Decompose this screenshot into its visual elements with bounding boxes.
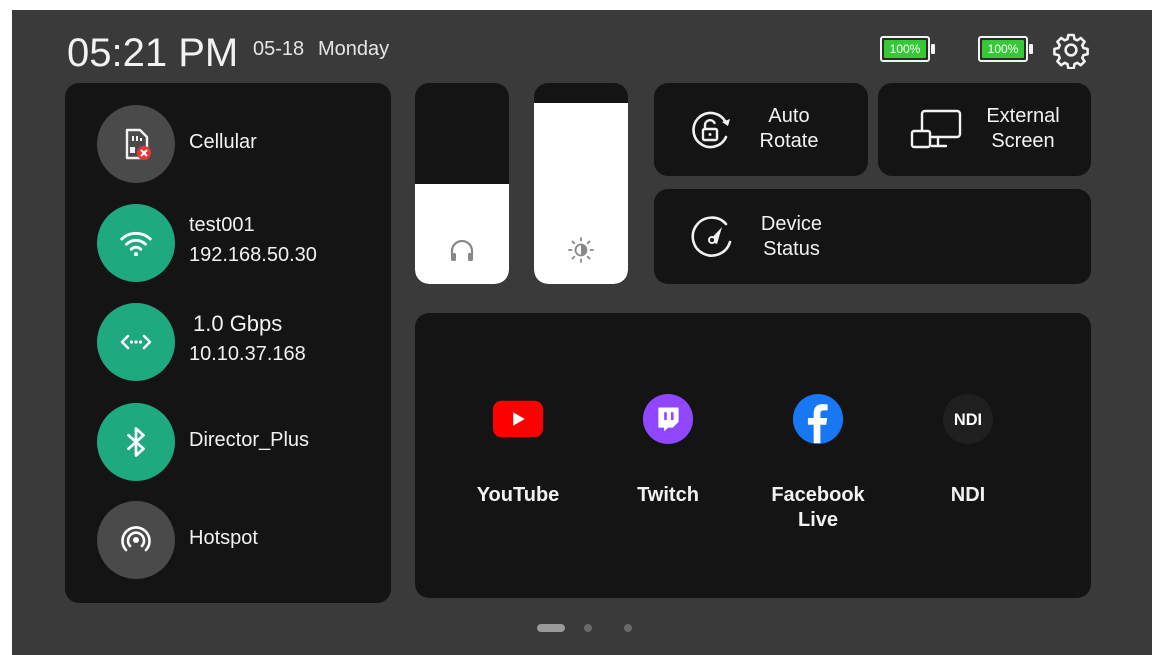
auto-rotate-tile[interactable]: Auto Rotate bbox=[654, 83, 868, 176]
hotspot-button[interactable] bbox=[97, 501, 175, 579]
wifi-row[interactable]: test001 192.168.50.30 bbox=[97, 204, 387, 282]
ethernet-speed: 1.0 Gbps bbox=[193, 311, 283, 336]
bluetooth-row[interactable]: Director_Plus bbox=[97, 403, 387, 481]
youtube-icon bbox=[492, 393, 544, 445]
facebook-icon bbox=[792, 393, 844, 445]
gauge-icon bbox=[691, 216, 732, 257]
app-facebook-live[interactable]: Facebook Live bbox=[758, 383, 878, 531]
app-facebook-label-line2: Live bbox=[797, 509, 839, 531]
ethernet-icon bbox=[120, 334, 152, 350]
ethernet-row[interactable]: 1.0 Gbps 10.10.37.168 bbox=[97, 303, 387, 381]
streaming-apps-panel: YouTube Twitch Facebook Live NDI NDI bbox=[415, 313, 1091, 598]
ethernet-button[interactable] bbox=[97, 303, 175, 381]
app-twitch[interactable]: Twitch bbox=[608, 383, 728, 523]
twitch-icon bbox=[642, 393, 694, 445]
page-dot-2[interactable] bbox=[584, 624, 592, 632]
device-status-line2: Status bbox=[763, 238, 820, 260]
device-status-tile[interactable]: Device Status bbox=[654, 189, 1091, 284]
bluetooth-icon bbox=[127, 427, 145, 457]
device-status-line1: Device bbox=[760, 213, 823, 235]
external-screen-tile[interactable]: External Screen bbox=[878, 83, 1091, 176]
app-ndi[interactable]: NDI NDI bbox=[908, 383, 1028, 523]
auto-rotate-line1: Auto bbox=[768, 105, 810, 127]
hotspot-label: Hotspot bbox=[189, 527, 258, 549]
app-ndi-label: NDI bbox=[950, 484, 986, 506]
page-dot-1[interactable] bbox=[537, 624, 565, 632]
bluetooth-device: Director_Plus bbox=[189, 429, 310, 451]
ndi-icon: NDI bbox=[942, 393, 994, 445]
app-facebook-label-line1: Facebook bbox=[771, 484, 865, 506]
bluetooth-button[interactable] bbox=[97, 403, 175, 481]
volume-slider[interactable] bbox=[415, 83, 509, 284]
external-screen-icon bbox=[910, 109, 962, 149]
clock-date: 05-18 bbox=[253, 38, 305, 60]
app-twitch-label: Twitch bbox=[637, 484, 699, 506]
app-facebook-live-label: Facebook Live bbox=[758, 483, 878, 533]
battery-label-2: 100% bbox=[987, 42, 1019, 56]
wifi-ip: 192.168.50.30 bbox=[189, 244, 317, 266]
cellular-row[interactable]: Cellular bbox=[97, 105, 387, 183]
wifi-ssid: test001 bbox=[189, 214, 255, 236]
cellular-label: Cellular bbox=[189, 131, 257, 153]
battery-indicator-2: 100% bbox=[978, 34, 1034, 64]
rotate-lock-icon bbox=[692, 111, 730, 149]
battery-indicator-1: 100% bbox=[880, 34, 936, 64]
sim-card-error-icon bbox=[125, 128, 151, 160]
clock-time: 05:21 PM bbox=[67, 31, 239, 75]
auto-rotate-line2: Rotate bbox=[759, 130, 819, 152]
brightness-icon bbox=[568, 237, 594, 263]
battery-label-1: 100% bbox=[889, 42, 921, 56]
clock-day: Monday bbox=[318, 38, 390, 60]
app-youtube[interactable]: YouTube bbox=[458, 383, 578, 523]
svg-text:NDI: NDI bbox=[954, 411, 982, 429]
external-screen-line2: Screen bbox=[991, 130, 1055, 152]
ethernet-ip: 10.10.37.168 bbox=[189, 343, 306, 365]
wifi-button[interactable] bbox=[97, 204, 175, 282]
external-screen-line1: External bbox=[986, 105, 1060, 127]
page-dot-3[interactable] bbox=[624, 624, 632, 632]
headphones-icon bbox=[450, 239, 474, 261]
brightness-slider[interactable] bbox=[534, 83, 628, 284]
hotspot-icon bbox=[121, 526, 151, 552]
app-youtube-label: YouTube bbox=[476, 484, 560, 506]
hotspot-row[interactable]: Hotspot bbox=[97, 501, 387, 579]
network-panel: Cellular test001 192.168.50.30 1.0 Gbps … bbox=[65, 83, 391, 603]
cellular-button[interactable] bbox=[97, 105, 175, 183]
wifi-icon bbox=[120, 231, 152, 257]
gear-icon[interactable] bbox=[1052, 31, 1090, 69]
